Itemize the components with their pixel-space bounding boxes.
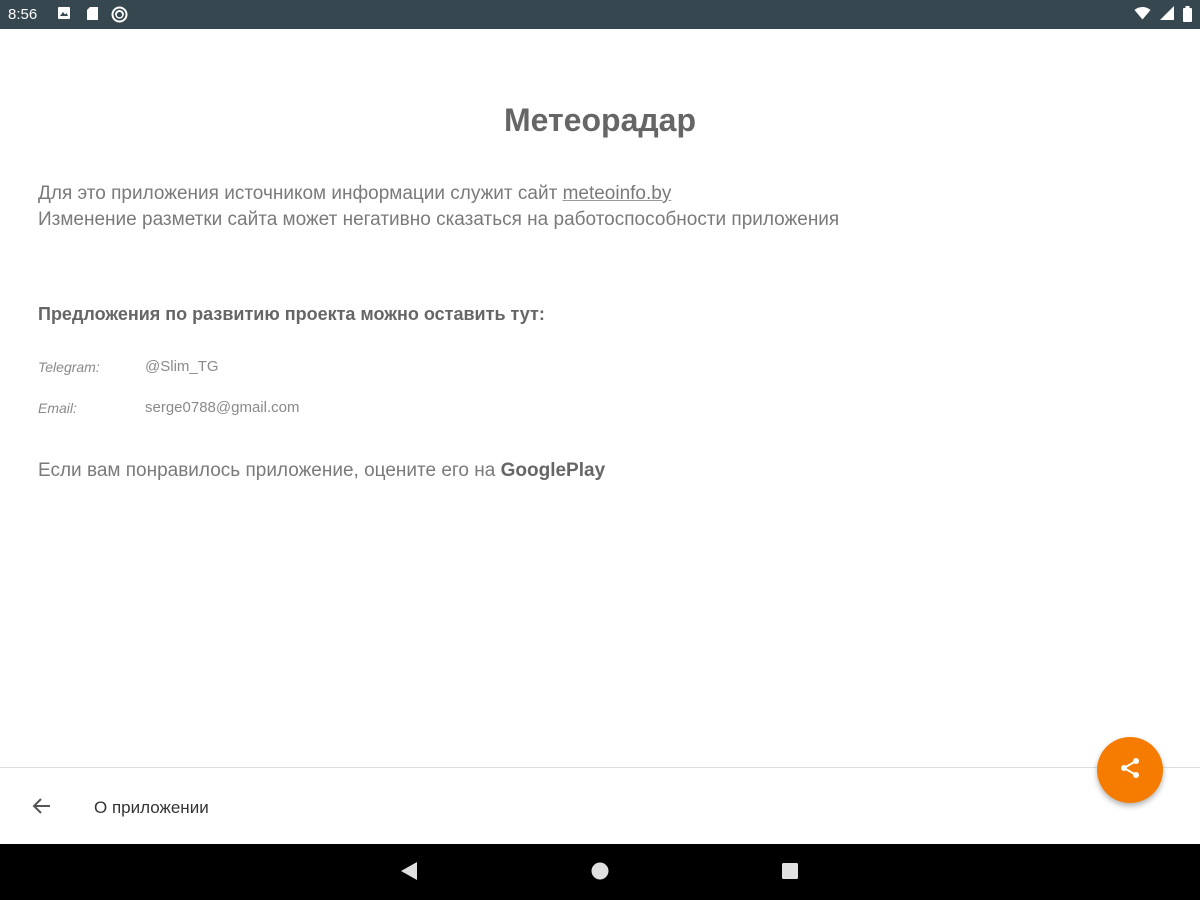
nav-recents-icon	[780, 861, 800, 886]
info-text-prefix: Для это приложения источником информации…	[38, 183, 563, 204]
arrow-back-icon	[32, 796, 52, 821]
nav-home-button[interactable]	[589, 862, 611, 884]
info-text-source: Для это приложения источником информации…	[38, 182, 671, 206]
info-text-warning: Изменение разметки сайта может негативно…	[38, 209, 840, 230]
sd-card-icon	[86, 6, 99, 26]
status-time: 8:56	[8, 6, 38, 23]
back-button[interactable]	[24, 790, 60, 826]
rate-text-prefix: Если вам понравилось приложение, оцените…	[38, 460, 501, 481]
photo-icon	[57, 6, 71, 25]
sync-icon	[111, 6, 128, 28]
status-bar: 8:56	[0, 0, 1200, 29]
cell-signal-icon	[1159, 6, 1174, 25]
rate-app-text: Если вам понравилось приложение, оцените…	[38, 459, 605, 483]
screen: 8:56 Метеорадар Для это приложения источ…	[0, 0, 1200, 900]
bottom-app-bar: О приложении	[0, 767, 1200, 844]
email-label: Email:	[38, 400, 77, 416]
telegram-handle[interactable]: @Slim_TG	[145, 358, 219, 376]
googleplay-link[interactable]: GooglePlay	[501, 460, 606, 481]
bottom-bar-title: О приложении	[94, 798, 209, 817]
nav-back-icon	[399, 861, 419, 886]
share-icon	[1118, 756, 1142, 785]
system-nav-bar	[0, 844, 1200, 900]
status-right-icons	[1134, 6, 1192, 27]
telegram-label: Telegram:	[38, 359, 100, 375]
nav-home-icon	[590, 861, 610, 886]
site-link[interactable]: meteoinfo.by	[563, 183, 672, 204]
email-address[interactable]: serge0788@gmail.com	[145, 399, 299, 417]
battery-icon	[1183, 6, 1192, 27]
nav-recents-button[interactable]	[779, 862, 801, 884]
nav-back-button[interactable]	[398, 861, 420, 886]
page-title: Метеорадар	[503, 102, 697, 138]
wifi-icon	[1134, 6, 1151, 25]
suggestions-heading: Предложения по развитию проекта можно ос…	[38, 304, 545, 324]
share-button[interactable]	[1097, 737, 1163, 803]
